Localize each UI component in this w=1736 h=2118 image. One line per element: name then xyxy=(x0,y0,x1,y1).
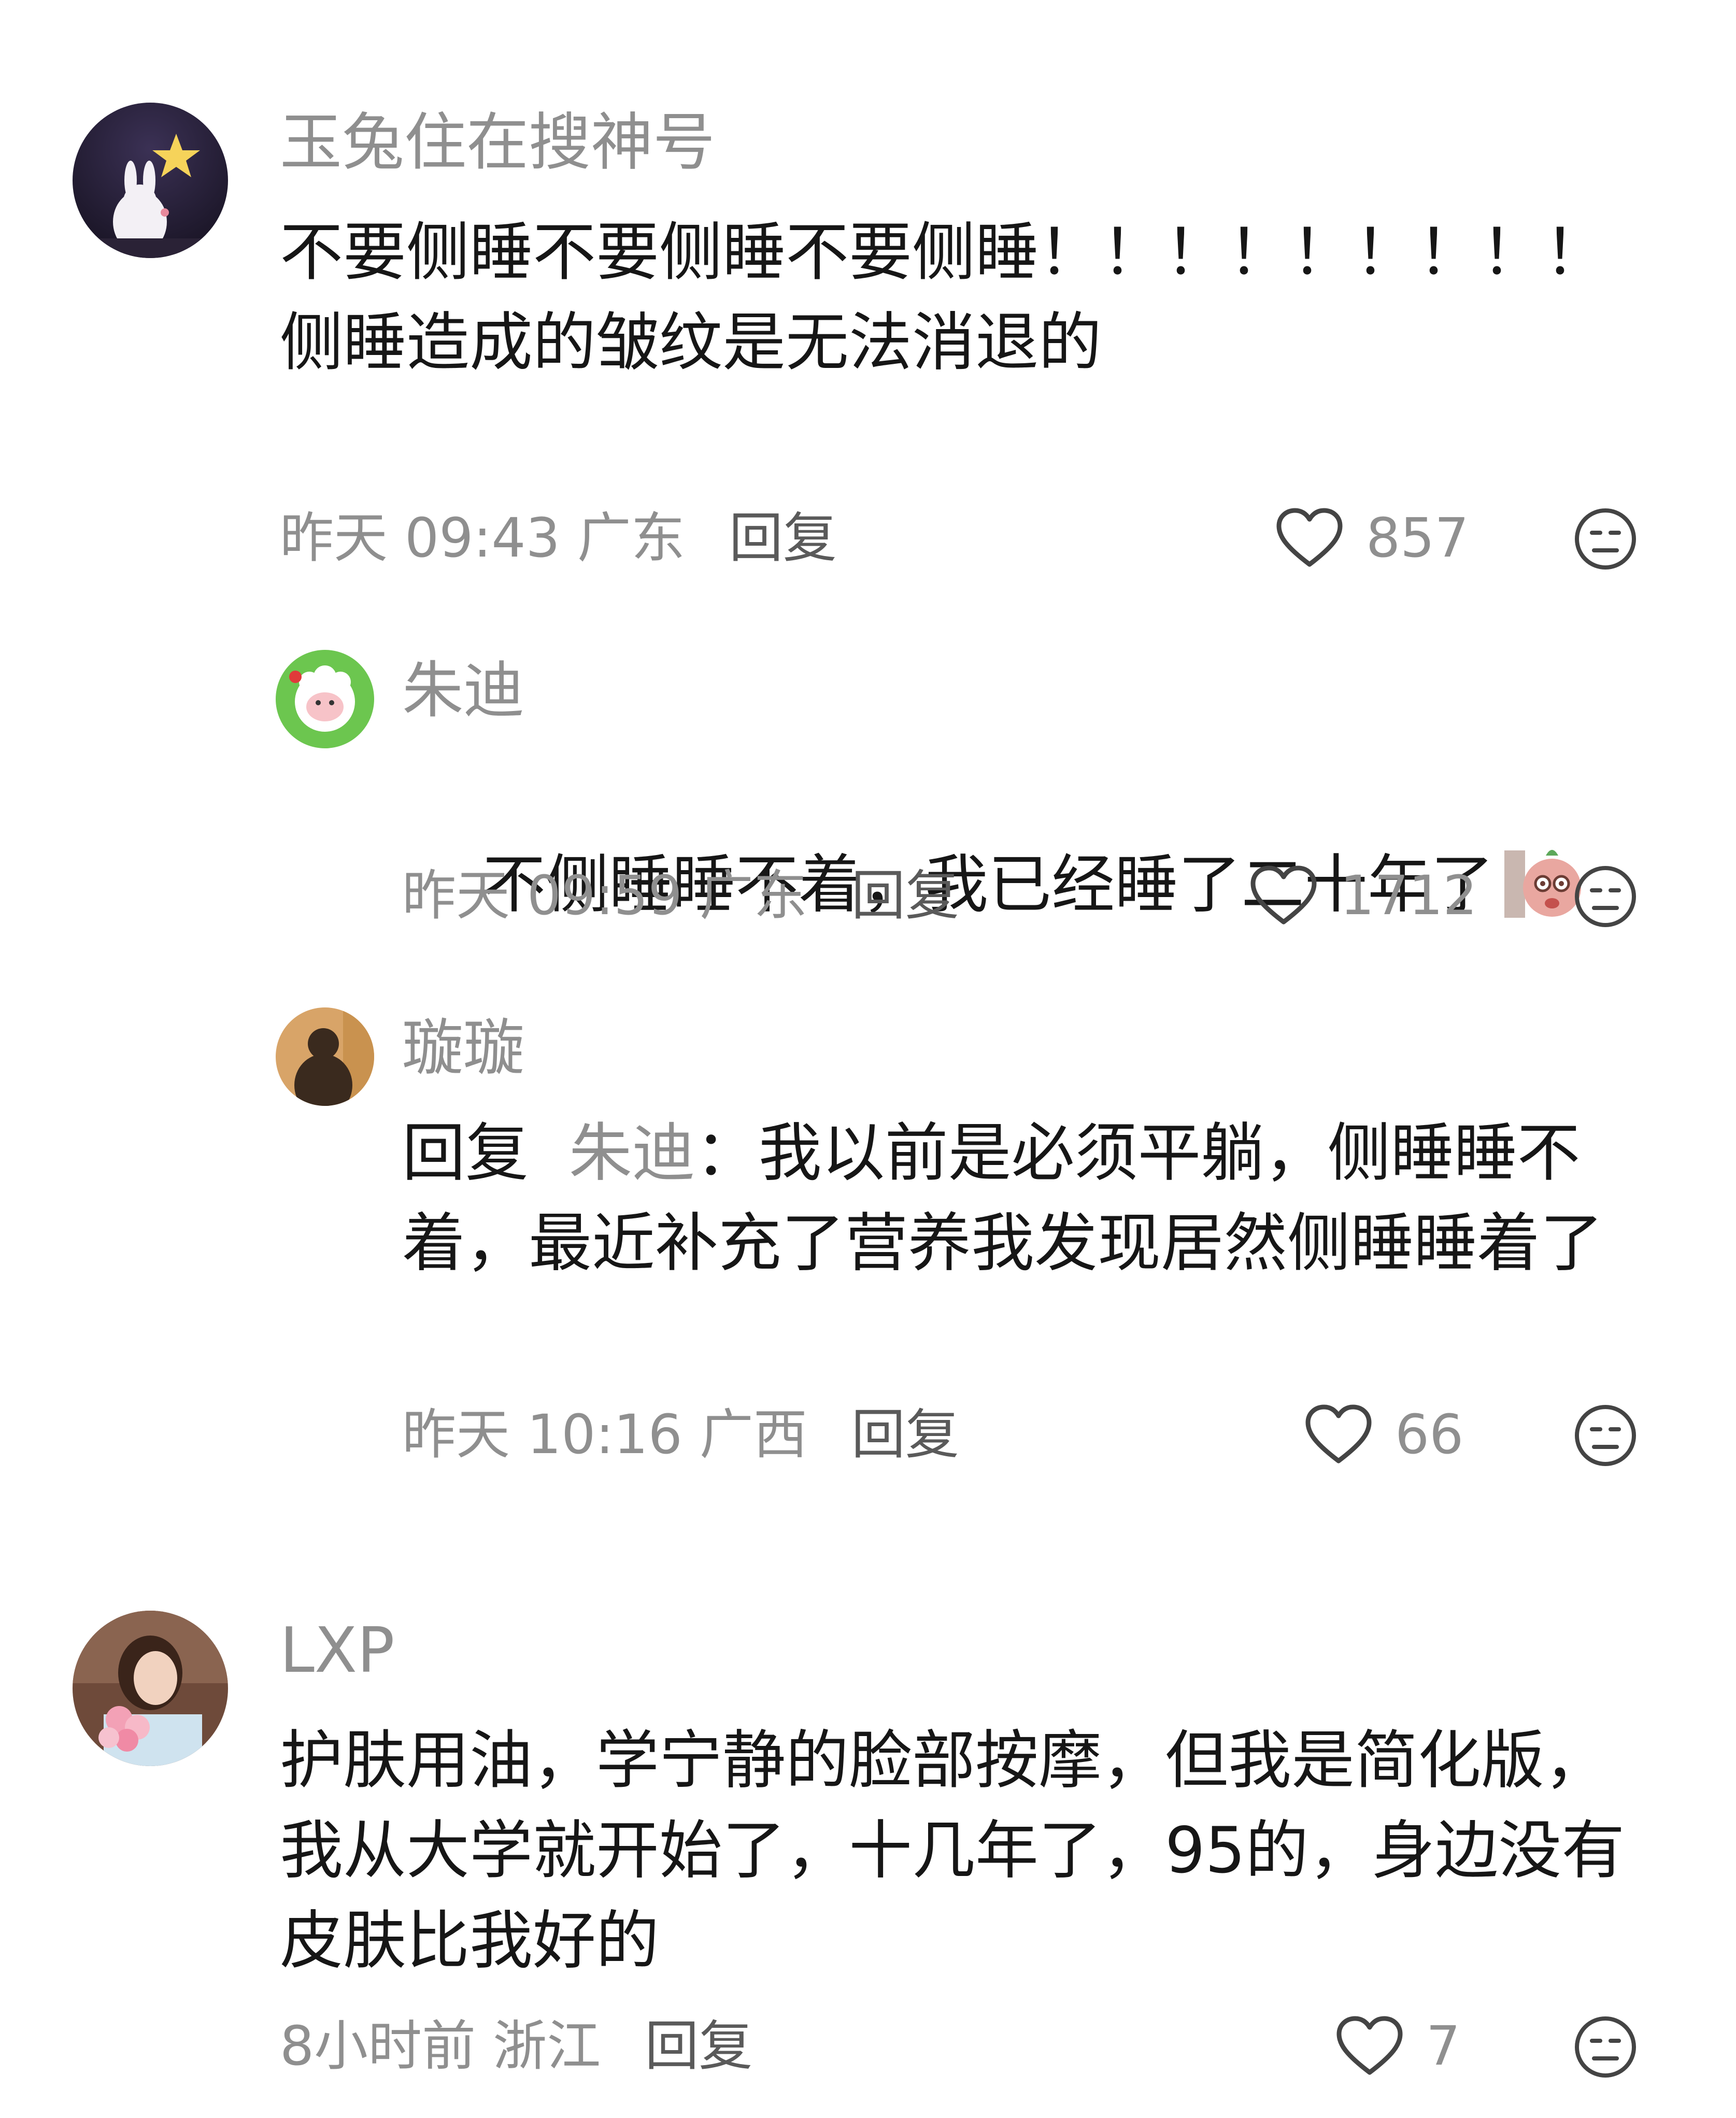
comment-author[interactable]: LXP xyxy=(280,1615,394,1687)
comment-text: 不要侧睡不要侧睡不要侧睡！！！！！！！！！侧睡造成的皱纹是无法消退的 xyxy=(280,216,1607,379)
meh-face-icon[interactable] xyxy=(1573,507,1638,571)
like-count: 7 xyxy=(1426,2014,1461,2078)
reply-button[interactable]: 回复 xyxy=(729,506,837,570)
avatar[interactable] xyxy=(276,1007,374,1106)
comment-author[interactable]: 璇璇 xyxy=(402,1012,524,1084)
meh-face-icon[interactable] xyxy=(1573,1403,1638,1468)
like-button[interactable]: 66 xyxy=(1305,1403,1463,1466)
heart-outline-icon xyxy=(1305,1404,1372,1463)
comment-author[interactable]: 朱迪 xyxy=(402,654,524,727)
meh-face-icon[interactable] xyxy=(1573,864,1638,929)
comment-meta: 8小时前 浙江 回复 xyxy=(280,2015,752,2077)
avatar[interactable] xyxy=(73,1611,228,1766)
avatar[interactable] xyxy=(73,103,228,258)
comment-location: 广东 xyxy=(699,864,807,927)
comment-time: 昨天 09:43 xyxy=(280,506,560,570)
comment-text: 回复 朱迪：我以前是必须平躺，侧睡睡不着，最近补充了营养我发现居然侧睡睡着了 xyxy=(402,1116,1603,1280)
like-button[interactable]: 1712 xyxy=(1250,864,1477,927)
comment-meta: 昨天 09:43 广东 回复 xyxy=(280,507,837,569)
reply-button[interactable]: 回复 xyxy=(851,864,959,927)
comment-time: 昨天 09:59 xyxy=(402,864,682,927)
like-button[interactable]: 7 xyxy=(1336,2015,1460,2077)
heart-outline-icon xyxy=(1276,508,1343,567)
like-count: 1712 xyxy=(1340,864,1477,927)
comment-location: 广西 xyxy=(699,1403,807,1466)
comment-time: 8小时前 xyxy=(280,2014,476,2078)
meh-face-icon[interactable] xyxy=(1573,2015,1638,2079)
peeking-emoji xyxy=(1504,850,1582,918)
reply-prefix: 回复 xyxy=(402,1116,529,1190)
like-count: 857 xyxy=(1366,506,1469,570)
comment-author[interactable]: 玉兔住在搜神号 xyxy=(280,107,715,179)
reply-button[interactable]: 回复 xyxy=(645,2014,752,2078)
comment-location: 浙江 xyxy=(493,2014,601,2078)
comment-time: 昨天 10:16 xyxy=(402,1403,682,1466)
like-count: 66 xyxy=(1395,1403,1464,1466)
avatar[interactable] xyxy=(276,650,374,748)
comment-meta: 昨天 09:59 广东 回复 xyxy=(402,864,959,927)
comment-location: 广东 xyxy=(577,506,685,570)
comment-text: 护肤用油，学宁静的脸部按摩，但我是简化版，我从大学就开始了，十几年了，95的，身… xyxy=(280,1724,1625,1978)
heart-outline-icon xyxy=(1250,865,1317,925)
comment-meta: 昨天 10:16 广西 回复 xyxy=(402,1403,959,1466)
reply-target-user[interactable]: 朱迪 xyxy=(569,1116,695,1190)
like-button[interactable]: 857 xyxy=(1276,507,1469,569)
heart-outline-icon xyxy=(1336,2016,1403,2075)
reply-button[interactable]: 回复 xyxy=(851,1403,959,1466)
